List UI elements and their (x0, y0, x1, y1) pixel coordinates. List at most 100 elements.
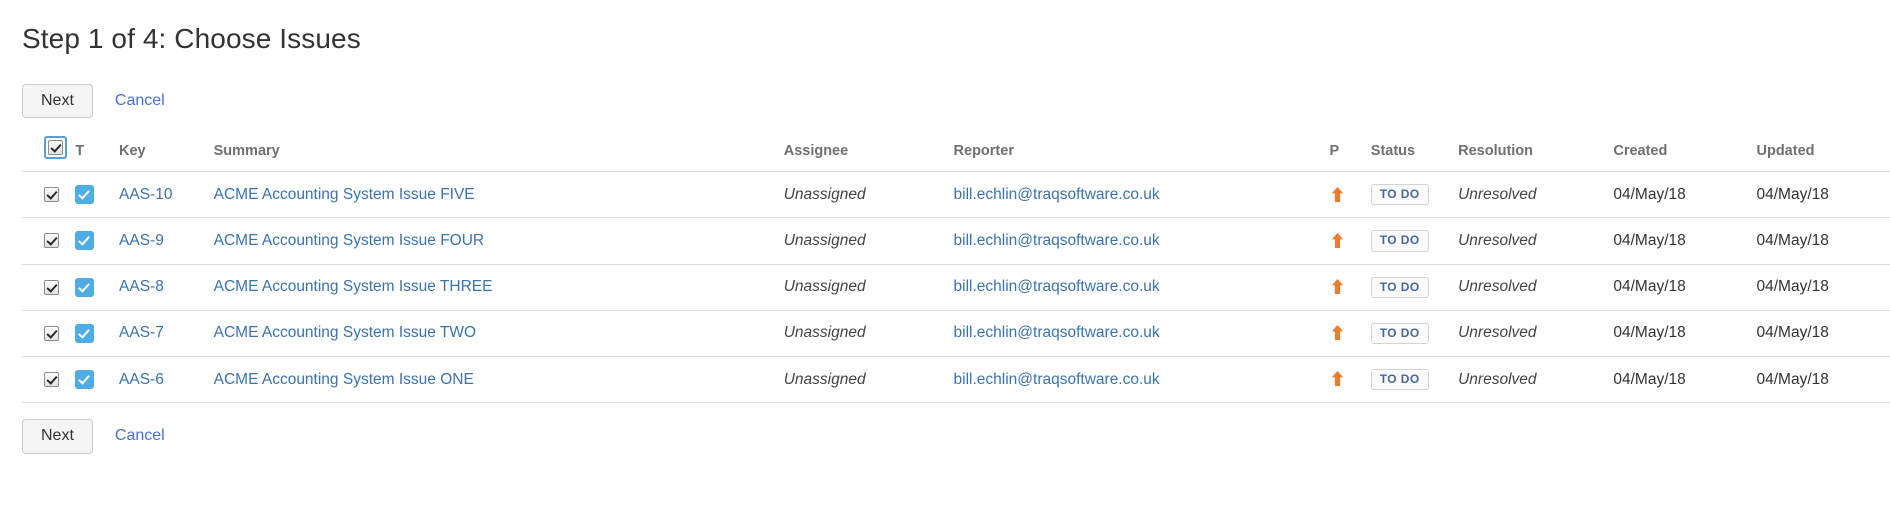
row-priority-cell (1329, 356, 1371, 404)
task-icon[interactable] (75, 277, 95, 297)
row-checkbox[interactable] (44, 371, 59, 387)
row-status-cell: TO DO (1370, 310, 1459, 357)
row-created: 04/May/18 (1613, 264, 1757, 311)
row-reporter-cell: bill.echlin@traqsoftware.co.uk (953, 171, 1330, 219)
task-icon[interactable] (75, 231, 95, 251)
issue-table: T Key Summary Assignee Reporter P Status… (22, 136, 1890, 404)
task-icon[interactable] (75, 185, 95, 205)
cancel-link-top[interactable]: Cancel (115, 92, 165, 110)
reporter-link[interactable]: bill.echlin@traqsoftware.co.uk (954, 324, 1160, 341)
row-resolution: Unresolved (1458, 310, 1614, 357)
issue-summary-link[interactable]: ACME Accounting System Issue ONE (214, 371, 474, 388)
row-status-cell: TO DO (1370, 264, 1459, 311)
row-reporter-cell: bill.echlin@traqsoftware.co.uk (953, 217, 1330, 265)
row-created: 04/May/18 (1613, 171, 1757, 219)
row-updated: 04/May/18 (1756, 310, 1890, 357)
table-row: AAS-10 ACME Accounting System Issue FIVE U… (22, 171, 1890, 219)
row-checkbox[interactable] (44, 325, 59, 341)
page-title: Step 1 of 4: Choose Issues (22, 23, 361, 54)
cancel-link-bottom[interactable]: Cancel (115, 427, 165, 445)
issue-summary-link[interactable]: ACME Accounting System Issue FOUR (214, 232, 484, 249)
next-button-bottom[interactable]: Next (22, 419, 93, 454)
row-key-cell: AAS-7 (119, 310, 214, 357)
row-key-cell: AAS-9 (119, 217, 214, 265)
issue-key-link[interactable]: AAS-10 (119, 186, 172, 203)
header-key[interactable]: Key (119, 136, 214, 172)
row-priority-cell (1329, 264, 1371, 311)
row-status-cell: TO DO (1370, 217, 1459, 265)
arrow-up-icon (1330, 186, 1346, 204)
row-summary-cell: ACME Accounting System Issue TWO (213, 310, 784, 357)
table-row: AAS-7 ACME Accounting System Issue TWO Una… (22, 310, 1890, 357)
arrow-up-icon (1330, 232, 1346, 250)
row-resolution: Unresolved (1458, 356, 1614, 404)
row-priority-cell (1329, 217, 1371, 265)
issue-key-link[interactable]: AAS-7 (119, 324, 164, 341)
row-updated: 04/May/18 (1756, 217, 1890, 265)
row-assignee: Unassigned (783, 171, 954, 219)
row-created: 04/May/18 (1613, 310, 1757, 357)
header-reporter[interactable]: Reporter (954, 136, 1330, 172)
status-badge[interactable]: TO DO (1370, 276, 1429, 298)
row-reporter-cell: bill.echlin@traqsoftware.co.uk (953, 356, 1330, 404)
row-assignee: Unassigned (783, 264, 954, 311)
header-updated[interactable]: Updated (1756, 136, 1890, 172)
row-reporter-cell: bill.echlin@traqsoftware.co.uk (953, 264, 1330, 311)
reporter-link[interactable]: bill.echlin@traqsoftware.co.uk (954, 232, 1160, 249)
header-resolution[interactable]: Resolution (1458, 136, 1613, 172)
row-checkbox[interactable] (44, 187, 59, 203)
select-all-checkbox-wrapper[interactable] (44, 136, 67, 160)
status-badge[interactable]: TO DO (1370, 230, 1429, 252)
arrow-up-icon (1330, 370, 1346, 388)
row-created: 04/May/18 (1613, 356, 1757, 404)
task-icon[interactable] (75, 323, 95, 343)
row-checkbox[interactable] (44, 279, 59, 295)
select-all-checkbox[interactable] (48, 140, 63, 156)
bulk-change-wizard-page: Step 1 of 4: Choose Issues Next Cancel T… (0, 0, 1890, 454)
header-status[interactable]: Status (1371, 136, 1458, 172)
row-key-cell: AAS-8 (119, 264, 214, 311)
row-type-cell (75, 171, 120, 219)
issue-summary-link[interactable]: ACME Accounting System Issue THREE (214, 278, 493, 295)
row-key-cell: AAS-6 (119, 356, 214, 404)
header-assignee[interactable]: Assignee (784, 136, 954, 172)
row-key-cell: AAS-10 (119, 171, 214, 219)
table-header-row: T Key Summary Assignee Reporter P Status… (22, 136, 1890, 172)
row-checkbox[interactable] (44, 233, 59, 249)
status-badge[interactable]: TO DO (1370, 322, 1429, 344)
row-resolution: Unresolved (1458, 264, 1614, 311)
issue-key-link[interactable]: AAS-8 (119, 278, 164, 295)
status-badge[interactable]: TO DO (1370, 184, 1429, 206)
toolbar-top: Next Cancel (22, 83, 1890, 119)
toolbar-bottom: Next Cancel (22, 419, 1890, 454)
issue-summary-link[interactable]: ACME Accounting System Issue TWO (214, 324, 476, 341)
row-type-cell (75, 356, 120, 404)
status-badge[interactable]: TO DO (1370, 368, 1429, 391)
reporter-link[interactable]: bill.echlin@traqsoftware.co.uk (954, 278, 1160, 295)
row-summary-cell: ACME Accounting System Issue ONE (213, 356, 784, 404)
row-select-cell (22, 217, 76, 265)
row-resolution: Unresolved (1458, 171, 1614, 219)
issue-key-link[interactable]: AAS-6 (119, 371, 164, 388)
row-updated: 04/May/18 (1756, 264, 1890, 311)
header-created[interactable]: Created (1613, 136, 1756, 172)
select-all-header (22, 136, 75, 172)
issue-table-body: AAS-10 ACME Accounting System Issue FIVE U… (22, 171, 1890, 404)
reporter-link[interactable]: bill.echlin@traqsoftware.co.uk (954, 186, 1160, 203)
issue-key-link[interactable]: AAS-9 (119, 232, 164, 249)
row-select-cell (22, 310, 76, 357)
row-updated: 04/May/18 (1756, 171, 1890, 219)
table-row: AAS-6 ACME Accounting System Issue ONE Una… (22, 356, 1890, 404)
reporter-link[interactable]: bill.echlin@traqsoftware.co.uk (954, 371, 1160, 388)
task-icon[interactable] (75, 370, 95, 390)
header-summary[interactable]: Summary (214, 136, 784, 172)
arrow-up-icon (1330, 324, 1346, 342)
row-type-cell (75, 310, 120, 357)
row-select-cell (22, 264, 76, 311)
next-button-top[interactable]: Next (22, 83, 93, 119)
issue-summary-link[interactable]: ACME Accounting System Issue FIVE (214, 186, 475, 203)
row-created: 04/May/18 (1613, 217, 1757, 265)
header-priority[interactable]: P (1330, 136, 1371, 172)
header-type[interactable]: T (75, 136, 119, 172)
row-summary-cell: ACME Accounting System Issue FOUR (213, 217, 784, 265)
